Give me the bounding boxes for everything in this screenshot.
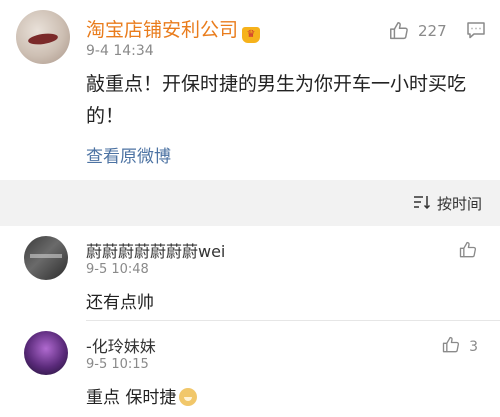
sort-label: 按时间 xyxy=(436,195,482,213)
author-name[interactable]: 淘宝店铺安利公司 ♛ xyxy=(86,15,261,43)
commenter-avatar[interactable] xyxy=(24,331,68,375)
sort-by-time-button[interactable]: 按时间 xyxy=(413,193,482,214)
commenter-avatar[interactable] xyxy=(24,236,68,280)
post-like-count: 227 xyxy=(418,22,447,40)
comment-time: 9-5 10:15 xyxy=(86,357,149,372)
main-post: 淘宝店铺安利公司 ♛ 9-4 14:34 227 敲重点！开保时捷的男生为你开车一… xyxy=(0,0,500,180)
author-name-text[interactable]: 淘宝店铺安利公司 xyxy=(86,19,238,41)
post-like-button[interactable]: 227 xyxy=(388,20,447,42)
comment-item: -化玲妹妹 9-5 10:15 重点 保时捷 3 xyxy=(0,321,500,417)
comment-like-count: 3 xyxy=(469,339,478,355)
comment-like-button[interactable]: 3 xyxy=(441,335,478,359)
thumbs-up-icon xyxy=(458,240,478,264)
post-time: 9-4 14:34 xyxy=(86,43,154,59)
comments-header: 按时间 xyxy=(0,180,500,226)
author-avatar[interactable] xyxy=(16,10,70,64)
comment-text: 重点 保时捷 xyxy=(86,383,198,408)
crown-badge-icon: ♛ xyxy=(242,27,261,43)
sort-icon xyxy=(413,195,431,213)
comment-text: 还有点帅 xyxy=(86,293,154,313)
comment-text-content: 重点 保时捷 xyxy=(86,388,177,408)
comment-time: 9-5 10:48 xyxy=(86,262,149,277)
comment-item: 蔚蔚蔚蔚蔚蔚蔚wei 9-5 10:48 还有点帅 xyxy=(0,226,500,320)
dog-emoji-icon xyxy=(179,388,198,406)
view-original-link[interactable]: 查看原微博 xyxy=(86,142,171,167)
post-text: 敲重点！开保时捷的男生为你开车一小时买吃的！ xyxy=(86,73,467,127)
comment-button-icon[interactable] xyxy=(466,21,486,40)
thumbs-up-icon xyxy=(441,335,461,359)
thumbs-up-icon xyxy=(388,20,410,42)
commenter-name[interactable]: 蔚蔚蔚蔚蔚蔚蔚wei xyxy=(86,238,225,262)
comment-like-button[interactable] xyxy=(458,240,478,264)
commenter-name[interactable]: -化玲妹妹 xyxy=(86,333,156,357)
